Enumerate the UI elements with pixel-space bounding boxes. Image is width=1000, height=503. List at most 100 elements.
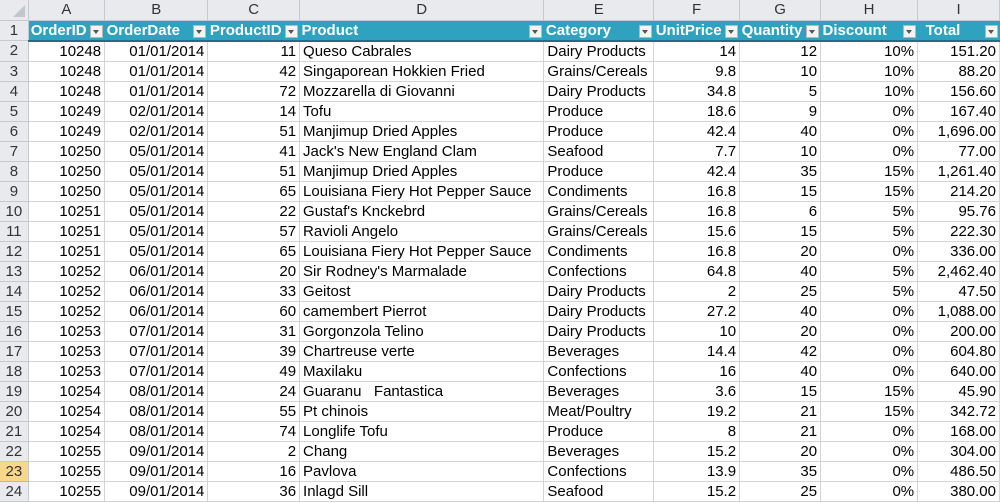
cell-total[interactable]: 336.00 — [917, 241, 1000, 262]
cell-discount[interactable]: 5% — [820, 281, 919, 302]
cell-unitprice[interactable]: 19.2 — [653, 401, 741, 422]
filter-dropdown-icon[interactable] — [902, 24, 916, 38]
cell-discount[interactable]: 0% — [820, 341, 919, 362]
cell-product[interactable]: Longlife Tofu — [299, 421, 545, 442]
cell-orderid[interactable]: 10253 — [28, 361, 106, 382]
column-header-E[interactable]: E — [543, 0, 655, 21]
cell-unitprice[interactable]: 13.9 — [653, 461, 741, 482]
column-header-C[interactable]: C — [207, 0, 301, 21]
filter-dropdown-icon[interactable] — [192, 24, 206, 38]
header-cell-orderdate[interactable]: OrderDate — [104, 20, 208, 42]
cell-product[interactable]: Queso Cabrales — [299, 40, 545, 62]
cell-productid[interactable]: 72 — [207, 81, 301, 102]
cell-discount[interactable]: 0% — [820, 481, 919, 502]
row-header[interactable]: 7 — [0, 141, 29, 162]
cell-productid[interactable]: 51 — [207, 161, 301, 182]
cell-product[interactable]: Gustaf's Knckebrd — [299, 201, 545, 222]
cell-productid[interactable]: 36 — [207, 481, 301, 502]
cell-quantity[interactable]: 15 — [739, 381, 822, 402]
cell-orderid[interactable]: 10251 — [28, 241, 106, 262]
header-cell-product[interactable]: Product — [299, 20, 544, 42]
row-header[interactable]: 16 — [0, 321, 29, 342]
cell-discount[interactable]: 5% — [820, 221, 919, 242]
cell-unitprice[interactable]: 9.8 — [653, 61, 741, 82]
cell-orderid[interactable]: 10253 — [28, 341, 106, 362]
column-header-F[interactable]: F — [653, 0, 741, 21]
filter-dropdown-icon[interactable] — [805, 24, 819, 38]
cell-category[interactable]: Condiments — [543, 181, 655, 202]
cell-productid[interactable]: 20 — [207, 261, 301, 282]
cell-total[interactable]: 45.90 — [917, 381, 1000, 402]
cell-orderdate[interactable]: 02/01/2014 — [104, 121, 209, 142]
cell-total[interactable]: 156.60 — [917, 81, 1000, 102]
cell-orderdate[interactable]: 05/01/2014 — [104, 221, 209, 242]
cell-quantity[interactable]: 9 — [739, 101, 822, 122]
cell-quantity[interactable]: 20 — [739, 441, 822, 462]
cell-total[interactable]: 1,696.00 — [917, 121, 1000, 142]
cell-discount[interactable]: 15% — [820, 401, 919, 422]
cell-orderid[interactable]: 10251 — [28, 201, 106, 222]
cell-productid[interactable]: 22 — [207, 201, 301, 222]
cell-productid[interactable]: 33 — [207, 281, 301, 302]
cell-orderid[interactable]: 10254 — [28, 401, 106, 422]
cell-quantity[interactable]: 15 — [739, 221, 822, 242]
cell-discount[interactable]: 0% — [820, 421, 919, 442]
cell-quantity[interactable]: 42 — [739, 341, 822, 362]
cell-category[interactable]: Seafood — [543, 141, 655, 162]
header-cell-orderid[interactable]: OrderID — [28, 20, 105, 42]
cell-quantity[interactable]: 21 — [739, 401, 822, 422]
row-header[interactable]: 18 — [0, 361, 29, 382]
cell-total[interactable]: 2,462.40 — [917, 261, 1000, 282]
cell-unitprice[interactable]: 42.4 — [653, 161, 741, 182]
cell-total[interactable]: 77.00 — [917, 141, 1000, 162]
cell-total[interactable]: 167.40 — [917, 101, 1000, 122]
cell-unitprice[interactable]: 64.8 — [653, 261, 741, 282]
cell-category[interactable]: Dairy Products — [543, 301, 655, 322]
cell-orderdate[interactable]: 08/01/2014 — [104, 381, 209, 402]
cell-total[interactable]: 222.30 — [917, 221, 1000, 242]
cell-product[interactable]: Geitost — [299, 281, 545, 302]
cell-category[interactable]: Beverages — [543, 381, 655, 402]
cell-product[interactable]: Maxilaku — [299, 361, 545, 382]
row-header[interactable]: 5 — [0, 101, 29, 122]
row-header[interactable]: 19 — [0, 381, 29, 402]
row-header[interactable]: 6 — [0, 121, 29, 142]
cell-orderid[interactable]: 10253 — [28, 321, 106, 342]
cell-orderid[interactable]: 10248 — [28, 40, 106, 62]
cell-unitprice[interactable]: 14.4 — [653, 341, 741, 362]
header-cell-unitprice[interactable]: UnitPrice — [653, 20, 740, 42]
row-header[interactable]: 13 — [0, 261, 29, 282]
cell-orderdate[interactable]: 09/01/2014 — [104, 481, 209, 502]
cell-orderid[interactable]: 10249 — [28, 101, 106, 122]
cell-quantity[interactable]: 40 — [739, 261, 822, 282]
cell-product[interactable]: Sir Rodney's Marmalade — [299, 261, 545, 282]
cell-category[interactable]: Produce — [543, 421, 655, 442]
column-header-H[interactable]: H — [820, 0, 919, 21]
cell-unitprice[interactable]: 3.6 — [653, 381, 741, 402]
cell-discount[interactable]: 0% — [820, 321, 919, 342]
row-header[interactable]: 8 — [0, 161, 29, 182]
cell-unitprice[interactable]: 10 — [653, 321, 741, 342]
cell-orderid[interactable]: 10252 — [28, 261, 106, 282]
cell-product[interactable]: Louisiana Fiery Hot Pepper Sauce — [299, 181, 545, 202]
cell-orderid[interactable]: 10251 — [28, 221, 106, 242]
row-header[interactable]: 17 — [0, 341, 29, 362]
cell-unitprice[interactable]: 18.6 — [653, 101, 741, 122]
cell-category[interactable]: Seafood — [543, 481, 655, 502]
cell-discount[interactable]: 10% — [820, 40, 919, 62]
cell-orderdate[interactable]: 06/01/2014 — [104, 281, 209, 302]
header-cell-discount[interactable]: Discount — [820, 20, 918, 42]
cell-category[interactable]: Produce — [543, 161, 655, 182]
cell-orderid[interactable]: 10255 — [28, 461, 106, 482]
cell-orderdate[interactable]: 05/01/2014 — [104, 141, 209, 162]
cell-productid[interactable]: 65 — [207, 241, 301, 262]
cell-category[interactable]: Produce — [543, 101, 655, 122]
cell-product[interactable]: Singaporean Hokkien Fried — [299, 61, 545, 82]
cell-discount[interactable]: 0% — [820, 241, 919, 262]
cell-total[interactable]: 380.00 — [917, 481, 1000, 502]
select-all-button[interactable] — [0, 0, 29, 21]
cell-orderid[interactable]: 10254 — [28, 421, 106, 442]
row-header[interactable]: 21 — [0, 421, 29, 442]
cell-orderdate[interactable]: 05/01/2014 — [104, 201, 209, 222]
cell-orderdate[interactable]: 01/01/2014 — [104, 61, 209, 82]
